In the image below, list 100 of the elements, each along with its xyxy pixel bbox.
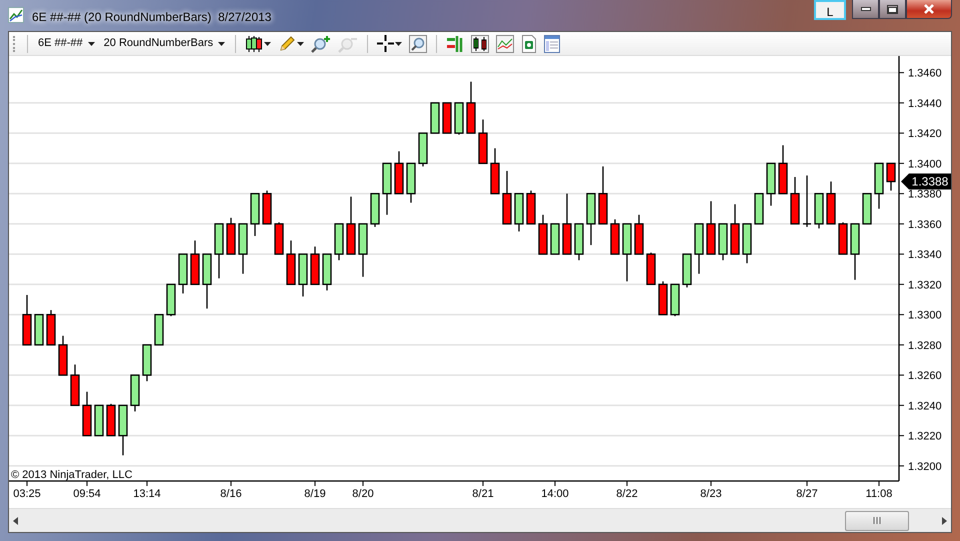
- candlestick: [382, 162, 392, 215]
- candlestick: [418, 132, 428, 166]
- properties-button[interactable]: [542, 32, 562, 54]
- candlestick: [466, 82, 476, 134]
- close-button[interactable]: [906, 0, 952, 19]
- instrument-dropdown[interactable]: 6E ##-##: [35, 35, 98, 52]
- candlestick: [334, 223, 344, 260]
- last-price-marker: 1.3388: [901, 174, 951, 190]
- window-title: 6E ##-## (20 RoundNumberBars) 8/27/2013: [32, 9, 272, 26]
- time-axis-label: 8/16: [220, 488, 242, 500]
- price-axis-label: 1.3460: [908, 68, 942, 80]
- time-axis-label: 09:54: [73, 488, 101, 500]
- time-axis-label: 8/22: [616, 488, 638, 500]
- caret-icon: [88, 42, 95, 46]
- candlestick: [550, 223, 560, 255]
- price-axis-label: 1.3360: [908, 218, 942, 231]
- candlestick: [610, 219, 620, 255]
- caret-icon: [218, 42, 226, 46]
- candlestick: [406, 162, 416, 203]
- price-axis-label: 1.3280: [908, 340, 942, 352]
- candlestick: [298, 253, 308, 296]
- window-properties-icon: [544, 34, 560, 52]
- money-document-icon: [521, 34, 538, 52]
- price-axis-label: 1.3200: [908, 460, 942, 473]
- time-axis-label: 8/19: [304, 488, 326, 500]
- magnifier-button[interactable]: [407, 32, 430, 54]
- scroll-left-icon: [13, 516, 18, 524]
- caret-icon: [297, 42, 304, 46]
- layout-button[interactable]: L: [814, 0, 846, 20]
- candlestick: [286, 240, 296, 286]
- price-axis-label: 1.3420: [908, 128, 942, 140]
- scroll-thumb[interactable]: [844, 510, 909, 530]
- period-dropdown[interactable]: 20 RoundNumberBars: [100, 35, 228, 52]
- candlestick: [886, 162, 896, 191]
- candlestick: [274, 222, 284, 255]
- scroll-right-icon: [942, 516, 947, 524]
- time-axis-label: 11:08: [866, 488, 892, 500]
- candlestick: [718, 223, 728, 260]
- caret-icon: [264, 42, 272, 46]
- candlestick: [766, 162, 776, 206]
- candlestick: [862, 192, 872, 225]
- candlestick: [694, 223, 704, 274]
- candlestick: [250, 192, 260, 236]
- price-axis-label: 1.3320: [908, 279, 942, 292]
- close-icon: [923, 4, 935, 14]
- candlestick: [346, 196, 356, 255]
- candlestick: [706, 201, 716, 255]
- candlestick: [154, 314, 164, 346]
- candlestick: [322, 253, 332, 290]
- candlestick: [646, 252, 656, 286]
- candlestick: [226, 218, 236, 255]
- candlestick: [514, 192, 524, 232]
- price-axis-label: 1.3300: [908, 310, 942, 322]
- candlestick: [538, 214, 548, 255]
- candlestick: [370, 192, 380, 227]
- candlestick: [34, 314, 44, 346]
- candlestick: [94, 404, 104, 436]
- crosshair-icon: [377, 35, 394, 52]
- candlestick: [190, 240, 200, 286]
- candlestick: [502, 170, 512, 225]
- price-axis-label: 1.3240: [908, 400, 942, 412]
- price-axis-label: 1.3380: [908, 188, 942, 201]
- candlestick: [670, 284, 680, 316]
- candlestick: [22, 294, 32, 346]
- candlestick: [658, 281, 668, 316]
- line-chart-icon: [496, 34, 514, 52]
- candlestick: [586, 192, 596, 246]
- indicators-button[interactable]: [494, 32, 516, 54]
- candlestick: [622, 223, 632, 282]
- maximize-button[interactable]: [879, 0, 906, 19]
- candlestick: [490, 148, 500, 194]
- grip-icon: [872, 517, 881, 524]
- time-axis-label: 14:00: [541, 488, 569, 500]
- candlestick: [634, 214, 644, 255]
- minimize-button[interactable]: [852, 0, 879, 19]
- candlestick: [562, 194, 572, 255]
- magnifier-icon: [409, 34, 428, 52]
- candlestick: [82, 392, 92, 436]
- candlestick-chart-icon: [471, 34, 490, 52]
- candlestick: [826, 182, 836, 225]
- candlestick: [598, 166, 608, 225]
- candlestick: [478, 120, 488, 164]
- candlestick: [454, 102, 464, 135]
- candlestick: [742, 223, 752, 264]
- time-axis-label: 8/27: [796, 488, 818, 500]
- candlestick: [46, 310, 56, 346]
- candlestick: [850, 223, 860, 280]
- candlestick: [730, 204, 740, 255]
- candlestick: [142, 344, 152, 382]
- price-axis-label: 1.3260: [908, 370, 942, 382]
- crosshair-button[interactable]: [375, 32, 404, 54]
- candlestick: [130, 374, 140, 412]
- candlestick: [214, 223, 224, 278]
- candlestick: [430, 102, 440, 134]
- candlestick: [58, 336, 68, 376]
- time-axis-label: 8/21: [472, 488, 494, 500]
- candlestick: [394, 151, 404, 194]
- pencil-icon: [278, 34, 296, 52]
- price-axis-label: 1.3220: [908, 430, 942, 443]
- bars-button[interactable]: [469, 32, 492, 54]
